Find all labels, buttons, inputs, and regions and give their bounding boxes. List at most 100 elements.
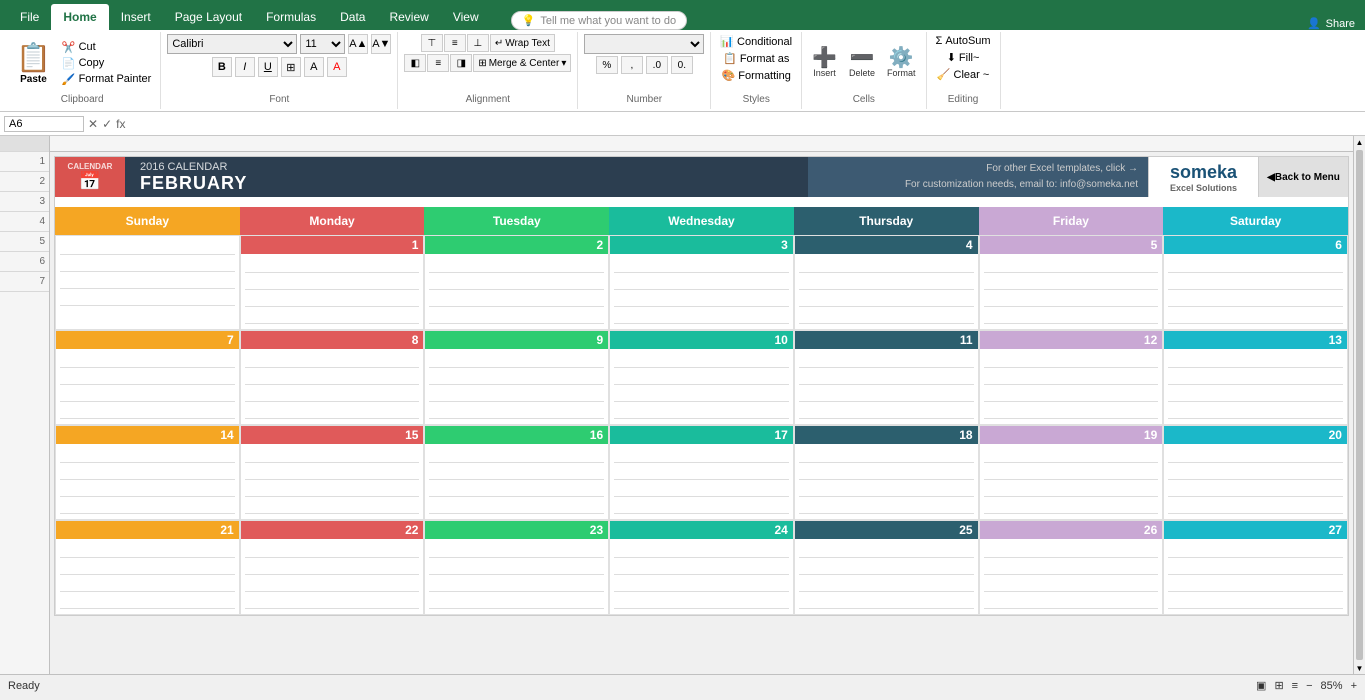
tell-me-search[interactable]: 💡 Tell me what you want to do — [511, 11, 687, 30]
comma-button[interactable]: , — [621, 56, 643, 74]
delete-button[interactable]: ➖ Delete — [845, 46, 879, 80]
zoom-decrease-button[interactable]: − — [1306, 680, 1312, 692]
decrease-decimal-button[interactable]: 0. — [671, 56, 693, 74]
page-break-view-icon[interactable]: ≡ — [1292, 680, 1298, 692]
cal-cell-6[interactable]: 6 — [1163, 235, 1348, 330]
cal-cell-blank[interactable] — [55, 235, 240, 330]
tab-insert[interactable]: Insert — [109, 4, 163, 30]
page-layout-view-icon[interactable]: ⊞ — [1274, 679, 1283, 692]
format-as-table-button[interactable]: 📋 Format as — [720, 51, 792, 66]
back-to-menu-button[interactable]: ◀ Back to Menu — [1258, 157, 1348, 197]
vertical-scrollbar[interactable]: ▲ ▼ — [1353, 136, 1365, 674]
fill-color-button[interactable]: A — [304, 57, 324, 77]
zoom-increase-button[interactable]: + — [1351, 680, 1357, 692]
cal-cell-26[interactable]: 26 — [979, 520, 1164, 615]
bold-button[interactable]: B — [212, 57, 232, 77]
formula-input[interactable] — [129, 117, 1361, 131]
scrollbar-up-arrow[interactable]: ▲ — [1354, 136, 1365, 148]
cal-cell-9[interactable]: 9 — [424, 330, 609, 425]
fill-button[interactable]: ⬇ Fill~ — [944, 50, 983, 65]
tab-review[interactable]: Review — [377, 4, 440, 30]
tab-formulas[interactable]: Formulas — [254, 4, 328, 30]
cal-cell-22[interactable]: 22 — [240, 520, 425, 615]
insert-function-icon[interactable]: fx — [116, 117, 125, 131]
calendar-month: FEBRUARY — [140, 173, 808, 194]
cal-cell-13[interactable]: 13 — [1163, 330, 1348, 425]
day-header-saturday: Saturday — [1163, 207, 1348, 235]
cal-cell-11[interactable]: 11 — [794, 330, 979, 425]
cal-cell-2[interactable]: 2 — [424, 235, 609, 330]
tab-data[interactable]: Data — [328, 4, 377, 30]
italic-button[interactable]: I — [235, 57, 255, 77]
cal-cell-23[interactable]: 23 — [424, 520, 609, 615]
scrollbar-down-arrow[interactable]: ▼ — [1354, 662, 1365, 674]
underline-button[interactable]: U — [258, 57, 278, 77]
decrease-font-button[interactable]: A▼ — [371, 34, 391, 54]
tab-home[interactable]: Home — [51, 4, 108, 30]
insert-button[interactable]: ➕ Insert — [808, 46, 841, 80]
status-bar: Ready ▣ ⊞ ≡ − 85% + — [0, 674, 1365, 696]
cal-cell-15[interactable]: 15 — [240, 425, 425, 520]
info-line1: For other Excel templates, click → — [818, 161, 1138, 177]
cal-cell-19[interactable]: 19 — [979, 425, 1164, 520]
font-color-button[interactable]: A — [327, 57, 347, 77]
spreadsheet-content[interactable]: CALENDAR 📅 2016 CALENDAR FEBRUARY For ot… — [50, 136, 1353, 674]
calendar-week-2: 7 8 9 10 11 — [55, 330, 1348, 425]
border-button[interactable]: ⊞ — [281, 57, 301, 77]
row-header-2: 2 — [0, 172, 49, 192]
tab-pagelayout[interactable]: Page Layout — [163, 4, 254, 30]
font-family-select[interactable]: Calibri — [167, 34, 297, 54]
conditional-formatting-button[interactable]: 📊 Conditional — [717, 34, 795, 49]
number-format-select[interactable] — [584, 34, 704, 54]
copy-button[interactable]: 📄 Copy — [59, 56, 154, 71]
align-right-button[interactable]: ◨ — [450, 54, 472, 72]
cal-cell-24[interactable]: 24 — [609, 520, 794, 615]
increase-decimal-button[interactable]: .0 — [646, 56, 668, 74]
format-painter-button[interactable]: 🖌️ Format Painter — [59, 72, 154, 87]
paste-button[interactable]: 📋 Paste — [10, 38, 57, 88]
align-middle-button[interactable]: ≡ — [444, 34, 466, 52]
format-as-table-label: Format as — [740, 53, 790, 65]
align-top-button[interactable]: ⊤ — [421, 34, 443, 52]
cal-cell-21[interactable]: 21 — [55, 520, 240, 615]
cal-cell-4[interactable]: 4 — [794, 235, 979, 330]
cell-styles-button[interactable]: 🎨 Formatting — [719, 68, 794, 83]
cancel-formula-icon[interactable]: ✕ — [88, 117, 98, 131]
cal-cell-8[interactable]: 8 — [240, 330, 425, 425]
autosum-button[interactable]: Σ AutoSum — [933, 34, 994, 48]
cal-cell-18[interactable]: 18 — [794, 425, 979, 520]
cut-button[interactable]: ✂️ Cut — [59, 40, 154, 55]
day-header-wednesday: Wednesday — [609, 207, 794, 235]
brand-sub: Excel Solutions — [1170, 183, 1237, 193]
align-left-button[interactable]: ◧ — [404, 54, 426, 72]
cell-reference-input[interactable] — [4, 116, 84, 132]
increase-font-button[interactable]: A▲ — [348, 34, 368, 54]
cal-cell-20[interactable]: 20 — [1163, 425, 1348, 520]
percent-button[interactable]: % — [596, 56, 618, 74]
cal-cell-5[interactable]: 5 — [979, 235, 1164, 330]
clear-button[interactable]: 🧹 Clear ~ — [934, 67, 992, 82]
cal-cell-7[interactable]: 7 — [55, 330, 240, 425]
merge-center-button[interactable]: ⊞ Merge & Center ▾ — [473, 54, 571, 72]
format-button[interactable]: ⚙️ Format — [883, 46, 920, 80]
cal-cell-12[interactable]: 12 — [979, 330, 1164, 425]
cal-cell-10[interactable]: 10 — [609, 330, 794, 425]
align-bottom-button[interactable]: ⊥ — [467, 34, 489, 52]
tab-view[interactable]: View — [441, 4, 491, 30]
cal-cell-27[interactable]: 27 — [1163, 520, 1348, 615]
cal-cell-25[interactable]: 25 — [794, 520, 979, 615]
font-size-select[interactable]: 11 — [300, 34, 345, 54]
confirm-formula-icon[interactable]: ✓ — [102, 117, 112, 131]
cell-styles-label: Formatting — [738, 70, 791, 82]
wrap-text-button[interactable]: ↵ Wrap Text — [490, 34, 555, 52]
scrollbar-thumb[interactable] — [1356, 150, 1363, 660]
cal-cell-14[interactable]: 14 — [55, 425, 240, 520]
tab-file[interactable]: File — [8, 4, 51, 30]
align-center-button[interactable]: ≡ — [427, 54, 449, 72]
cal-cell-1[interactable]: 1 — [240, 235, 425, 330]
cal-cell-3[interactable]: 3 — [609, 235, 794, 330]
share-label[interactable]: Share — [1326, 18, 1355, 30]
cal-cell-17[interactable]: 17 — [609, 425, 794, 520]
cal-cell-16[interactable]: 16 — [424, 425, 609, 520]
normal-view-icon[interactable]: ▣ — [1256, 679, 1266, 692]
